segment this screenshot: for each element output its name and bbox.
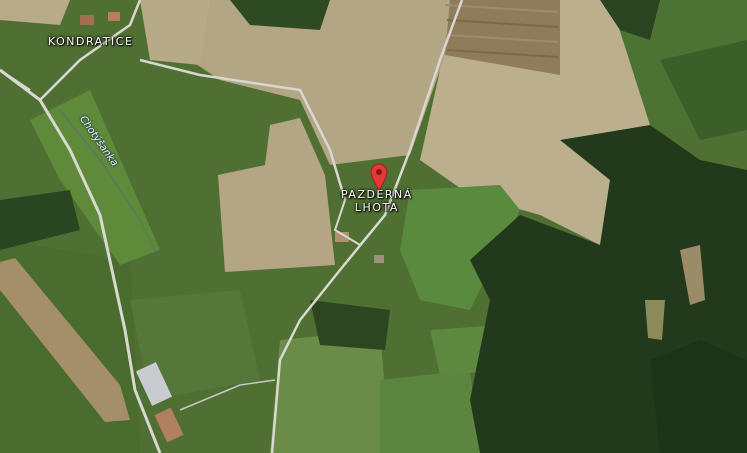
satellite-map[interactable]: KONDRATICE Chotýšanka PAZDERNÁ LHOTA (0, 0, 747, 453)
map-pin-icon[interactable] (370, 163, 388, 191)
map-pin-shape (370, 163, 388, 191)
terrain-layer (0, 0, 747, 453)
